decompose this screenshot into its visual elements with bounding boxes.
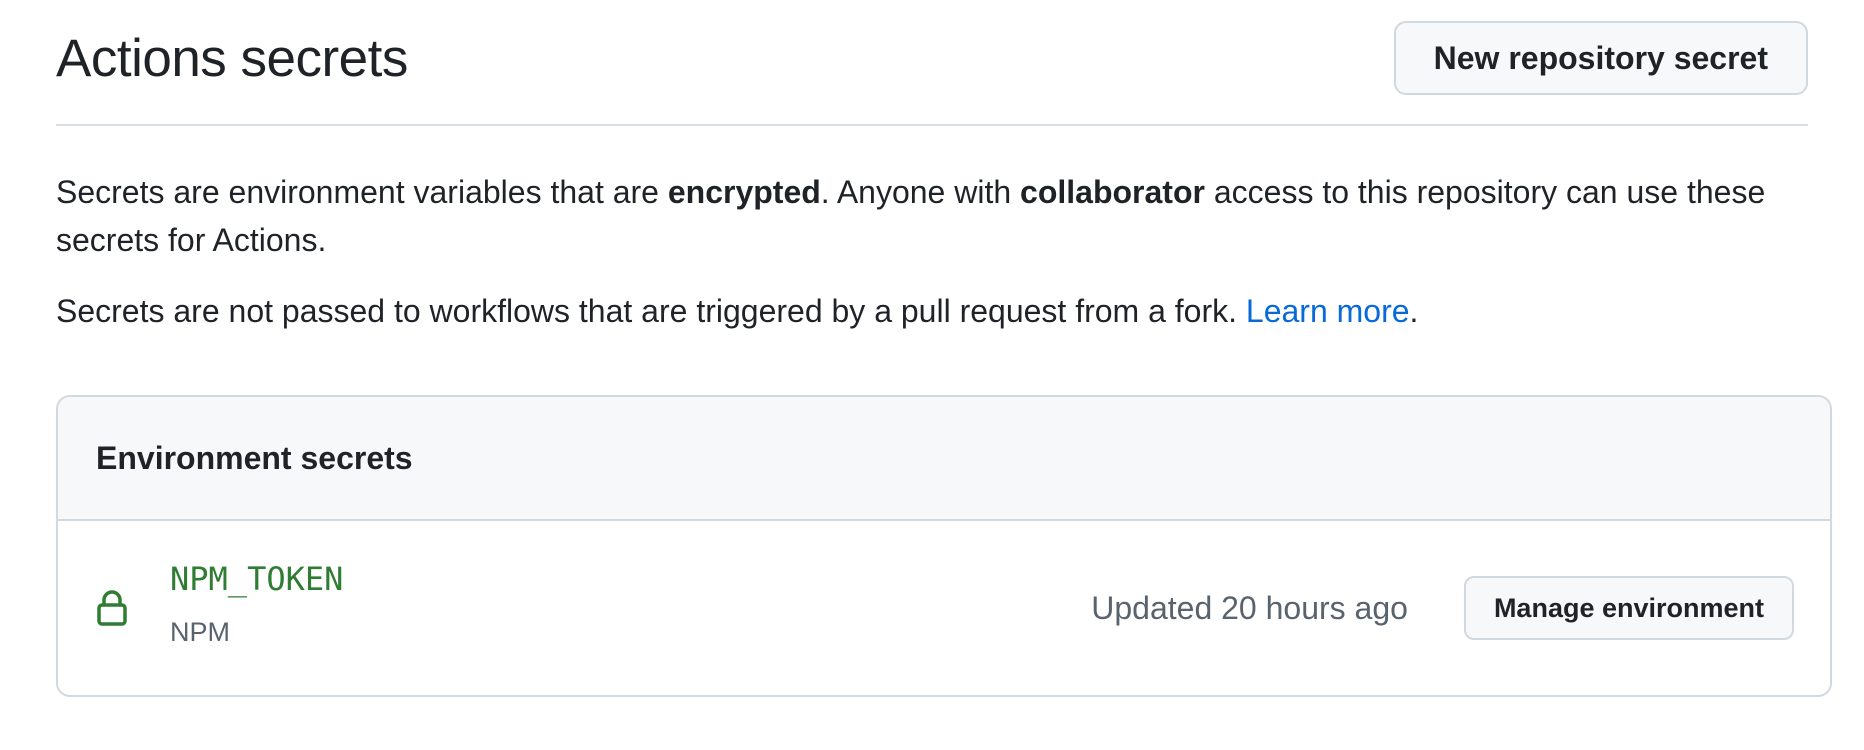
secret-name: NPM_TOKEN bbox=[170, 559, 344, 598]
description-collaborator: collaborator bbox=[1020, 174, 1205, 210]
manage-environment-button[interactable]: Manage environment bbox=[1463, 576, 1794, 640]
environment-secrets-box: Environment secrets NPM_TOKEN NPM Update… bbox=[56, 395, 1832, 697]
fork-notice: Secrets are not passed to workflows that… bbox=[56, 287, 1808, 335]
new-repository-secret-button[interactable]: New repository secret bbox=[1393, 21, 1808, 95]
secrets-description: Secrets are environment variables that a… bbox=[56, 168, 1808, 264]
description-text: Secrets are environment variables that a… bbox=[56, 174, 668, 210]
page-header: Actions secrets New repository secret bbox=[56, 0, 1808, 126]
secret-row: NPM_TOKEN NPM Updated 20 hours ago Manag… bbox=[58, 521, 1830, 695]
learn-more-link[interactable]: Learn more bbox=[1246, 293, 1410, 329]
environment-secrets-title: Environment secrets bbox=[96, 439, 413, 476]
secret-environment: NPM bbox=[170, 616, 230, 647]
secret-updated-time: Updated 20 hours ago bbox=[1091, 589, 1408, 626]
fork-notice-end: . bbox=[1409, 293, 1419, 329]
environment-secrets-header: Environment secrets bbox=[58, 397, 1830, 521]
description-text: . Anyone with bbox=[820, 174, 1021, 210]
fork-notice-text: Secrets are not passed to workflows that… bbox=[56, 293, 1246, 329]
secret-info: NPM_TOKEN NPM bbox=[170, 560, 1091, 648]
lock-icon bbox=[96, 588, 132, 628]
page-title: Actions secrets bbox=[56, 28, 408, 88]
page: Actions secrets New repository secret Se… bbox=[0, 0, 1864, 750]
description-encrypted: encrypted bbox=[667, 174, 821, 210]
